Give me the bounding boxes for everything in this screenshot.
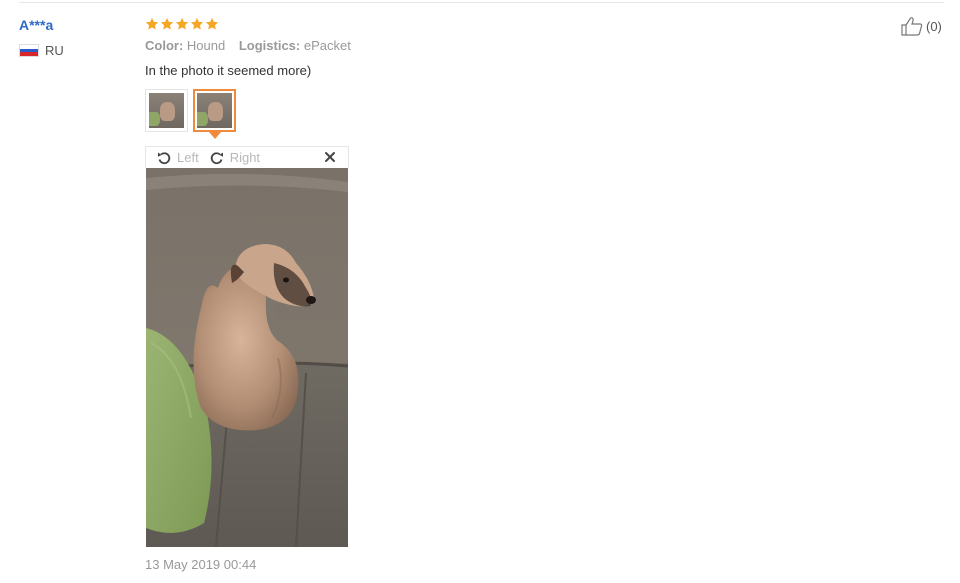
helpful-button[interactable]: (0) — [900, 16, 942, 36]
star-icon — [205, 17, 219, 30]
photo-viewer: Left Right — [145, 146, 349, 547]
review-date: 13 May 2019 00:44 — [145, 557, 257, 572]
color-value: Hound — [186, 38, 226, 53]
russia-flag-icon — [19, 44, 39, 57]
rotate-left-label: Left — [177, 150, 199, 165]
star-icon — [175, 17, 189, 30]
color-label: Color: — [145, 38, 184, 53]
logistics-value: ePacket — [303, 38, 351, 53]
photo-thumbnails — [145, 89, 236, 139]
thumbnail-image — [149, 93, 184, 128]
thumbs-up-icon — [901, 17, 923, 36]
logistics-label: Logistics: — [238, 38, 301, 53]
rotate-left-button[interactable]: Left — [156, 150, 199, 166]
review-photo — [146, 168, 348, 547]
photo-thumbnail-2[interactable] — [193, 89, 236, 139]
star-rating — [145, 15, 745, 33]
buyer-country: RU — [19, 43, 64, 58]
review-attributes: Color: Hound Logistics: ePacket — [145, 38, 745, 56]
rotate-right-icon — [210, 151, 223, 164]
rotate-left-icon — [158, 151, 171, 164]
rotate-right-button[interactable]: Right — [209, 150, 260, 166]
top-divider — [19, 2, 944, 3]
thumbnail-image — [197, 93, 232, 128]
rotate-right-label: Right — [229, 150, 261, 165]
review-body: Color: Hound Logistics: ePacket In the p… — [145, 15, 745, 81]
close-icon[interactable] — [323, 150, 337, 164]
star-icon — [160, 17, 174, 30]
star-icon — [190, 17, 204, 30]
country-code: RU — [45, 43, 64, 58]
photo-thumbnail-1[interactable] — [145, 89, 188, 132]
review-text: In the photo it seemed more) — [145, 63, 312, 78]
selected-caret-icon — [208, 132, 221, 139]
buyer-info: A***a RU — [19, 17, 64, 58]
star-icon — [145, 17, 159, 30]
helpful-count: (0) — [926, 18, 942, 34]
viewer-toolbar: Left Right — [145, 146, 349, 168]
buyer-name[interactable]: A***a — [19, 17, 64, 35]
